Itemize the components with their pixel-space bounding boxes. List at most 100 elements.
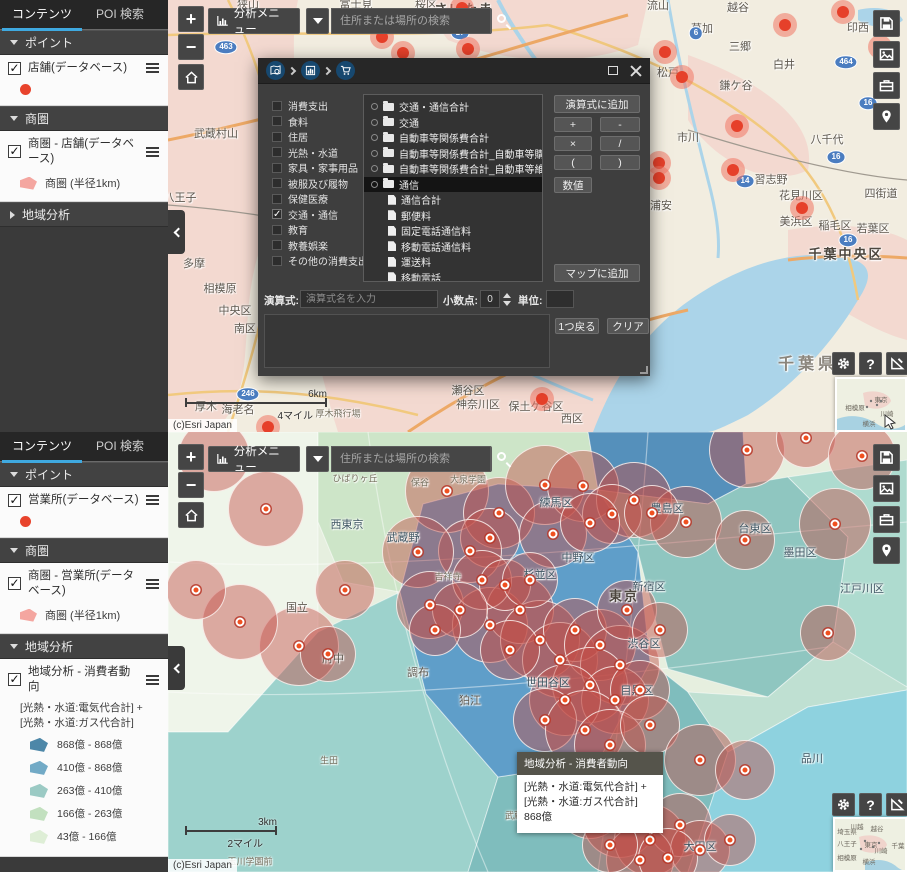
help-button[interactable]: ? [859,793,882,816]
category-item[interactable]: 家具・家事用品 [272,160,364,176]
toolbox-button[interactable] [873,72,900,99]
layer-menu-icon[interactable] [146,674,160,686]
search-button[interactable] [490,446,492,472]
tree-item[interactable]: 郵便料 [364,208,542,224]
checkbox-icon[interactable] [272,240,282,250]
sidebar-collapse-button[interactable] [168,210,185,254]
close-icon[interactable] [630,65,642,77]
layer-checkbox[interactable]: ✓ [8,145,21,158]
dialog-resize-handle[interactable] [640,366,648,374]
category-item[interactable]: ✓交通・通信 [272,207,364,223]
operator-plus-button[interactable]: + [554,117,592,132]
tree-item[interactable]: 運送料 [364,254,542,270]
sidebar-collapse-button[interactable] [168,646,185,690]
analysis-menu-button[interactable]: 分析メニュー [208,446,300,472]
layer-checkbox[interactable]: ✓ [8,494,21,507]
step-map-search-icon[interactable] [266,61,285,80]
maximize-icon[interactable] [608,66,618,75]
toolbox-button[interactable] [873,506,900,533]
zoom-in-button[interactable]: + [178,444,204,470]
home-button[interactable] [178,502,204,528]
checkbox-icon[interactable] [272,101,282,111]
save-button[interactable] [873,10,900,37]
section-trade-area[interactable]: 商圏 [0,538,168,563]
checkbox-icon[interactable] [272,194,282,204]
category-item[interactable]: 消費支出 [272,98,364,114]
operator-minus-button[interactable]: - [600,117,640,132]
image-export-button[interactable] [873,475,900,502]
clear-button[interactable]: クリア [607,318,649,334]
checkbox-icon[interactable] [272,132,282,142]
help-button[interactable]: ? [859,352,882,375]
tree-item[interactable]: 移動電話通信料 [364,239,542,255]
save-button[interactable] [873,444,900,471]
tab-contents[interactable]: コンテンツ [0,0,84,29]
layer-menu-icon[interactable] [146,578,160,590]
menu-dropdown-button[interactable] [306,8,329,34]
step-cart-icon[interactable] [336,61,355,80]
category-item[interactable]: 住居 [272,129,364,145]
category-item[interactable]: その他の消費支出 [272,253,364,269]
category-item[interactable]: 光熱・水道 [272,145,364,161]
tree-item[interactable]: 交通・通信合計 [364,99,542,115]
location-pin-button[interactable] [873,537,900,564]
checkbox-icon[interactable] [272,116,282,126]
tree-item[interactable]: 通信合計 [364,192,542,208]
layer-menu-icon[interactable] [146,494,160,506]
section-points[interactable]: ポイント [0,30,168,55]
checkbox-icon[interactable] [272,147,282,157]
section-area-analysis[interactable]: 地域分析 [0,202,168,227]
operator-close-paren-button[interactable]: ) [600,155,640,170]
search-button[interactable] [490,8,492,34]
decimal-stepper[interactable] [501,290,513,308]
step-analysis-icon[interactable] [301,61,320,80]
section-trade-area[interactable]: 商圏 [0,106,168,131]
tree-item[interactable]: 自動車等関係費合計_自動車等維持 [364,161,542,177]
location-pin-button[interactable] [873,103,900,130]
tree-item[interactable]: 自動車等関係費合計_自動車等購入 [364,146,542,162]
layer-checkbox[interactable]: ✓ [8,62,21,75]
zoom-out-button[interactable]: − [178,34,204,60]
tree-item[interactable]: 交通 [364,115,542,131]
section-points[interactable]: ポイント [0,462,168,487]
layer-checkbox[interactable]: ✓ [8,577,21,590]
image-export-button[interactable] [873,41,900,68]
category-item[interactable]: 食料 [272,114,364,130]
stepper-down-icon[interactable] [503,301,511,306]
tree-item[interactable]: 自動車等関係費合計 [364,130,542,146]
section-area-analysis[interactable]: 地域分析 [0,634,168,659]
tab-poi-search[interactable]: POI 検索 [84,0,156,29]
checkbox-icon[interactable] [272,225,282,235]
checkbox-icon[interactable]: ✓ [272,209,282,219]
expression-name-input[interactable] [300,290,438,308]
add-expression-button[interactable]: 演算式に追加 [554,95,640,113]
home-button[interactable] [178,64,204,90]
operator-open-paren-button[interactable]: ( [554,155,592,170]
layer-menu-icon[interactable] [146,62,160,74]
category-item[interactable]: 教育 [272,222,364,238]
bottom-map-canvas[interactable]: ひばりヶ丘保谷大泉学園西東京武蔵野吉祥寺練馬区豊島区中野区杉並区新宿区東京渋谷区… [168,432,907,872]
search-input[interactable] [331,8,490,34]
overview-inset-map[interactable]: 埼玉県川越越谷八王子東京川崎千葉相模原横浜 [833,817,907,872]
tree-item[interactable]: 固定電話通信料 [364,223,542,239]
checkbox-icon[interactable] [272,178,282,188]
zoom-in-button[interactable]: + [178,6,204,32]
menu-dropdown-button[interactable] [306,446,329,472]
analysis-menu-button[interactable]: 分析メニュー [208,8,300,34]
category-item[interactable]: 被服及び履物 [272,176,364,192]
settings-button[interactable] [832,793,855,816]
stepper-up-icon[interactable] [503,293,511,298]
search-input[interactable] [331,446,490,472]
tree-item[interactable]: 移動電話 [364,270,542,283]
settings-button[interactable] [832,352,855,375]
checkbox-icon[interactable] [272,256,282,266]
tab-contents[interactable]: コンテンツ [0,432,84,461]
layer-menu-icon[interactable] [146,146,160,158]
undo-step-button[interactable]: 1つ戻る [555,318,599,334]
expression-textarea[interactable] [264,314,550,368]
operator-multiply-button[interactable]: × [554,136,592,151]
layer-checkbox[interactable]: ✓ [8,673,21,686]
tab-poi-search[interactable]: POI 検索 [84,432,156,461]
measure-button[interactable] [886,352,907,375]
category-item[interactable]: 保健医療 [272,191,364,207]
